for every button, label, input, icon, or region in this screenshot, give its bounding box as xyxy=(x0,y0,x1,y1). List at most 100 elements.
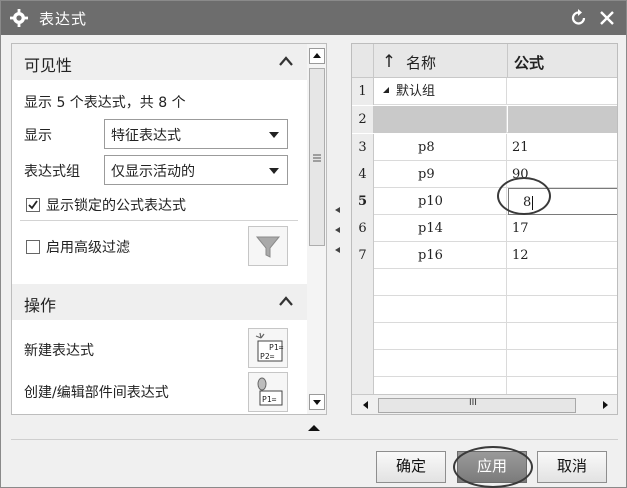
row-number xyxy=(352,296,374,323)
row-number: 5 xyxy=(352,188,374,215)
visibility-section-header[interactable]: 可见性 xyxy=(12,44,307,80)
create-edit-interpart-label: 创建/编辑部件间表达式 xyxy=(24,385,169,401)
expression-group-dropdown[interactable]: 仅显示活动的 xyxy=(104,155,288,185)
options-panel: 可见性 显示 5 个表达式，共 8 个 显示 特征表达式 表达式组 仅显示活动的… xyxy=(11,43,308,415)
arrow-up-icon xyxy=(313,53,321,58)
formula-cell[interactable] xyxy=(508,106,617,133)
reset-icon[interactable] xyxy=(569,7,589,29)
name-cell xyxy=(374,323,507,350)
advanced-filter-checkbox[interactable] xyxy=(26,240,40,254)
funnel-icon xyxy=(255,236,281,258)
formula-cell[interactable]: 17 xyxy=(508,215,617,242)
new-icon-top-text: P1= xyxy=(269,343,284,352)
scroll-down-button[interactable] xyxy=(309,394,325,410)
table-horizontal-scrollbar[interactable]: III xyxy=(352,394,617,414)
grip-icon xyxy=(313,154,321,162)
table-row[interactable]: 5 p10 8 xyxy=(352,188,617,215)
group-name-text: 默认组 xyxy=(396,84,436,99)
row-number xyxy=(352,350,374,377)
table-row[interactable]: 7 p16 12 xyxy=(352,242,617,269)
name-cell[interactable]: p8 xyxy=(374,134,507,161)
name-cell[interactable]: p16 xyxy=(374,242,507,269)
create-edit-interpart-button[interactable]: P1= xyxy=(248,372,288,412)
visibility-section-title: 可见性 xyxy=(24,56,73,75)
expression-count-text: 显示 5 个表达式，共 8 个 xyxy=(24,95,186,111)
chevron-up-icon[interactable] xyxy=(278,54,294,68)
name-cell[interactable]: p9 xyxy=(374,161,507,188)
panel-splitter[interactable] xyxy=(331,43,345,415)
name-cell xyxy=(374,269,507,296)
table-row[interactable]: 2 xyxy=(352,106,617,133)
window-title: 表达式 xyxy=(39,10,88,28)
row-number: 3 xyxy=(352,134,374,161)
checkmark-icon xyxy=(28,200,38,210)
group-name-cell: 默认组 xyxy=(374,78,507,105)
formula-cell[interactable]: 21 xyxy=(508,134,617,161)
options-scrollbar[interactable] xyxy=(307,43,327,415)
row-number: 7 xyxy=(352,242,374,269)
operations-section-header[interactable]: 操作 xyxy=(12,284,307,320)
operations-section-title: 操作 xyxy=(24,296,57,315)
arrow-left-icon xyxy=(335,207,340,213)
formula-cell[interactable]: 12 xyxy=(508,242,617,269)
arrow-left-icon xyxy=(335,227,340,233)
table-row[interactable]: 6 p14 17 xyxy=(352,215,617,242)
scroll-thumb[interactable] xyxy=(309,68,325,246)
expressions-table: 名称 公式 1 默认组 2 3 p8 21 4 p9 90 5 p10 8 6 … xyxy=(351,43,618,415)
row-number: 4 xyxy=(352,161,374,188)
arrow-down-icon xyxy=(313,400,321,405)
empty-row xyxy=(352,296,617,323)
expression-group-label: 表达式组 xyxy=(24,164,80,180)
scroll-up-button[interactable] xyxy=(309,48,325,64)
row-number: 6 xyxy=(352,215,374,242)
expand-triangle-icon[interactable] xyxy=(382,86,390,94)
new-expression-icon: P1= P2= xyxy=(255,332,284,362)
row-number-header xyxy=(352,44,374,78)
empty-row xyxy=(352,323,617,350)
grip-text: III xyxy=(469,398,477,408)
row-number: 2 xyxy=(352,106,374,133)
column-header-formula[interactable]: 公式 xyxy=(508,44,617,78)
divider xyxy=(20,220,298,221)
dropdown-arrow-icon xyxy=(269,168,279,174)
show-locked-checkbox[interactable] xyxy=(26,198,40,212)
chevron-up-icon[interactable] xyxy=(278,294,294,308)
empty-row xyxy=(352,269,617,296)
new-expression-button[interactable]: P1= P2= xyxy=(248,328,288,368)
arrow-right-icon[interactable] xyxy=(599,399,611,411)
scroll-thumb[interactable]: III xyxy=(378,398,576,413)
name-cell[interactable] xyxy=(374,106,507,133)
table-row[interactable]: 1 默认组 xyxy=(352,78,617,105)
divider xyxy=(11,439,618,440)
display-dropdown[interactable]: 特征表达式 xyxy=(104,119,288,149)
name-cell xyxy=(374,296,507,323)
expressions-dialog: 表达式 可见性 显示 5 个表达式，共 8 个 显示 特征表达式 表达式组 仅显… xyxy=(0,0,627,488)
new-icon-bottom-text: P2= xyxy=(260,352,275,361)
table-row[interactable]: 3 p8 21 xyxy=(352,134,617,161)
dropdown-arrow-icon xyxy=(269,132,279,138)
sort-arrow-icon xyxy=(385,54,393,67)
ok-button[interactable]: 确定 xyxy=(376,451,446,483)
title-bar: 表达式 xyxy=(1,1,626,35)
highlight-circle xyxy=(497,177,551,215)
cancel-button[interactable]: 取消 xyxy=(537,451,607,483)
name-cell[interactable]: p14 xyxy=(374,215,507,242)
row-number: 1 xyxy=(352,78,374,105)
formula-cell[interactable] xyxy=(508,78,617,105)
name-cell xyxy=(374,350,507,377)
gear-icon xyxy=(10,9,28,27)
advanced-filter-label: 启用高级过滤 xyxy=(46,240,130,256)
new-expression-label: 新建表达式 xyxy=(24,343,94,359)
table-header: 名称 公式 xyxy=(352,44,617,78)
table-row[interactable]: 4 p9 90 xyxy=(352,161,617,188)
show-locked-label: 显示锁定的公式表达式 xyxy=(46,198,186,214)
display-label: 显示 xyxy=(24,128,52,144)
column-header-name[interactable]: 名称 xyxy=(374,44,508,78)
close-icon[interactable] xyxy=(597,7,617,29)
highlight-circle xyxy=(453,446,533,488)
column-name-label: 名称 xyxy=(406,54,437,72)
name-cell[interactable]: p10 xyxy=(374,188,507,215)
collapse-arrow-icon[interactable] xyxy=(308,425,320,431)
filter-button[interactable] xyxy=(248,226,288,266)
arrow-left-icon[interactable] xyxy=(360,399,372,411)
